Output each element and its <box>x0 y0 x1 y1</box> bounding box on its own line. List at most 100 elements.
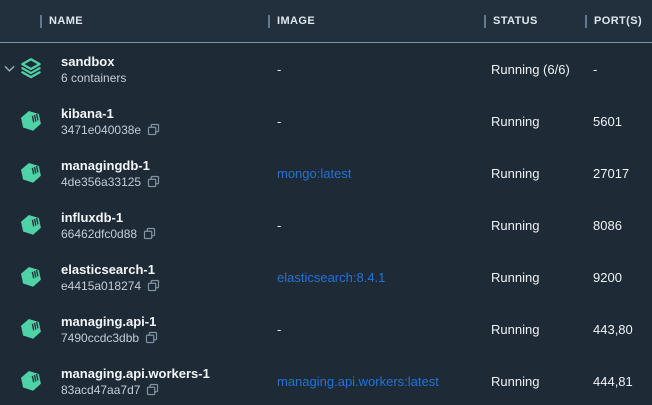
table-row[interactable]: managing.api-1 7490ccdc3dbb - Running 44… <box>0 303 652 355</box>
copy-icon[interactable] <box>147 123 160 136</box>
name-cell: kibana-1 3471e040038e <box>0 95 268 147</box>
container-subline: 83acd47aa7d7 <box>61 382 210 398</box>
container-subline: 4de356a33125 <box>61 174 160 190</box>
column-label-status: STATUS <box>493 15 538 27</box>
name-cell: influxdb-1 66462dfc0d88 <box>0 199 268 251</box>
image-link: - <box>277 218 281 233</box>
image-cell: - <box>268 218 484 233</box>
ports-text: 443,80 <box>593 322 633 337</box>
status-text: Running <box>491 218 539 233</box>
column-divider <box>268 15 270 28</box>
ports-cell: 444,81 <box>585 374 652 389</box>
image-link: - <box>277 322 281 337</box>
container-subline: 66462dfc0d88 <box>61 226 156 242</box>
column-label-name: NAME <box>49 15 83 27</box>
column-header-name[interactable]: NAME <box>0 0 268 42</box>
column-divider <box>40 15 42 28</box>
table-row[interactable]: managing.api.workers-1 83acd47aa7d7 mana… <box>0 355 652 405</box>
container-name: managing.api.workers-1 <box>61 365 210 382</box>
ports-cell: 5601 <box>585 114 652 129</box>
ports-cell: - <box>585 62 652 77</box>
containers-table: NAME IMAGE STATUS PORT(S) <box>0 0 652 405</box>
container-icon <box>18 108 44 134</box>
container-subline: 7490ccdc3dbb <box>61 330 158 346</box>
status-cell: Running <box>484 166 585 181</box>
copy-icon[interactable] <box>147 279 160 292</box>
status-text: Running (6/6) <box>491 62 570 77</box>
row-type-icon <box>18 160 44 186</box>
ports-text: 9200 <box>593 270 622 285</box>
table-header: NAME IMAGE STATUS PORT(S) <box>0 0 652 43</box>
copy-icon[interactable] <box>147 175 160 188</box>
container-id: 6 containers <box>61 70 126 86</box>
container-id: 66462dfc0d88 <box>61 226 137 242</box>
status-cell: Running <box>484 218 585 233</box>
name-cell: managingdb-1 4de356a33125 <box>0 147 268 199</box>
image-link[interactable]: mongo:latest <box>277 166 351 181</box>
container-icon <box>18 316 44 342</box>
container-id: 4de356a33125 <box>61 174 141 190</box>
image-link: - <box>277 62 281 77</box>
name-cell: sandbox 6 containers <box>0 43 268 95</box>
column-header-image[interactable]: IMAGE <box>268 0 484 42</box>
container-subline: 6 containers <box>61 70 126 86</box>
name-cell: managing.api.workers-1 83acd47aa7d7 <box>0 355 268 405</box>
status-text: Running <box>491 322 539 337</box>
ports-cell: 8086 <box>585 218 652 233</box>
status-cell: Running <box>484 322 585 337</box>
column-label-image: IMAGE <box>277 15 315 27</box>
chevron-down-icon[interactable] <box>0 65 18 73</box>
status-cell: Running <box>484 374 585 389</box>
name-lines: managingdb-1 4de356a33125 <box>61 157 160 190</box>
layers-icon <box>18 56 44 82</box>
image-cell: managing.api.workers:latest <box>268 374 484 389</box>
column-divider <box>585 15 587 28</box>
container-id: 7490ccdc3dbb <box>61 330 139 346</box>
container-name: sandbox <box>61 53 126 70</box>
row-type-icon <box>18 368 44 394</box>
table-row[interactable]: managingdb-1 4de356a33125 mongo:latest R… <box>0 147 652 199</box>
copy-icon[interactable] <box>145 331 158 344</box>
name-lines: elasticsearch-1 e4415a018274 <box>61 261 160 294</box>
column-label-ports: PORT(S) <box>594 15 642 27</box>
copy-icon[interactable] <box>146 383 159 396</box>
ports-text: 5601 <box>593 114 622 129</box>
status-text: Running <box>491 166 539 181</box>
copy-icon[interactable] <box>143 227 156 240</box>
name-lines: sandbox 6 containers <box>61 53 126 86</box>
container-icon <box>18 368 44 394</box>
table-body: sandbox 6 containers - Running (6/6) - <box>0 43 652 405</box>
row-type-icon <box>18 56 44 82</box>
image-link: - <box>277 114 281 129</box>
ports-text: 27017 <box>593 166 629 181</box>
container-name: managingdb-1 <box>61 157 160 174</box>
image-cell: - <box>268 62 484 77</box>
container-id: 3471e040038e <box>61 122 141 138</box>
table-row[interactable]: influxdb-1 66462dfc0d88 - Running 8086 <box>0 199 652 251</box>
container-id: 83acd47aa7d7 <box>61 382 140 398</box>
container-id: e4415a018274 <box>61 278 141 294</box>
table-row[interactable]: sandbox 6 containers - Running (6/6) - <box>0 43 652 95</box>
container-subline: e4415a018274 <box>61 278 160 294</box>
table-row[interactable]: elasticsearch-1 e4415a018274 elasticsear… <box>0 251 652 303</box>
ports-text: 8086 <box>593 218 622 233</box>
status-text: Running <box>491 270 539 285</box>
column-header-status[interactable]: STATUS <box>484 0 585 42</box>
row-type-icon <box>18 212 44 238</box>
image-link[interactable]: elasticsearch:8.4.1 <box>277 270 385 285</box>
status-text: Running <box>491 374 539 389</box>
table-row[interactable]: kibana-1 3471e040038e - Running 5601 <box>0 95 652 147</box>
ports-cell: 27017 <box>585 166 652 181</box>
container-name: managing.api-1 <box>61 313 158 330</box>
status-cell: Running (6/6) <box>484 62 585 77</box>
column-divider <box>484 15 486 28</box>
container-subline: 3471e040038e <box>61 122 160 138</box>
status-text: Running <box>491 114 539 129</box>
name-lines: influxdb-1 66462dfc0d88 <box>61 209 156 242</box>
image-link[interactable]: managing.api.workers:latest <box>277 374 439 389</box>
column-header-ports[interactable]: PORT(S) <box>585 0 652 42</box>
ports-text: 444,81 <box>593 374 633 389</box>
name-lines: managing.api-1 7490ccdc3dbb <box>61 313 158 346</box>
container-name: elasticsearch-1 <box>61 261 160 278</box>
name-lines: managing.api.workers-1 83acd47aa7d7 <box>61 365 210 398</box>
